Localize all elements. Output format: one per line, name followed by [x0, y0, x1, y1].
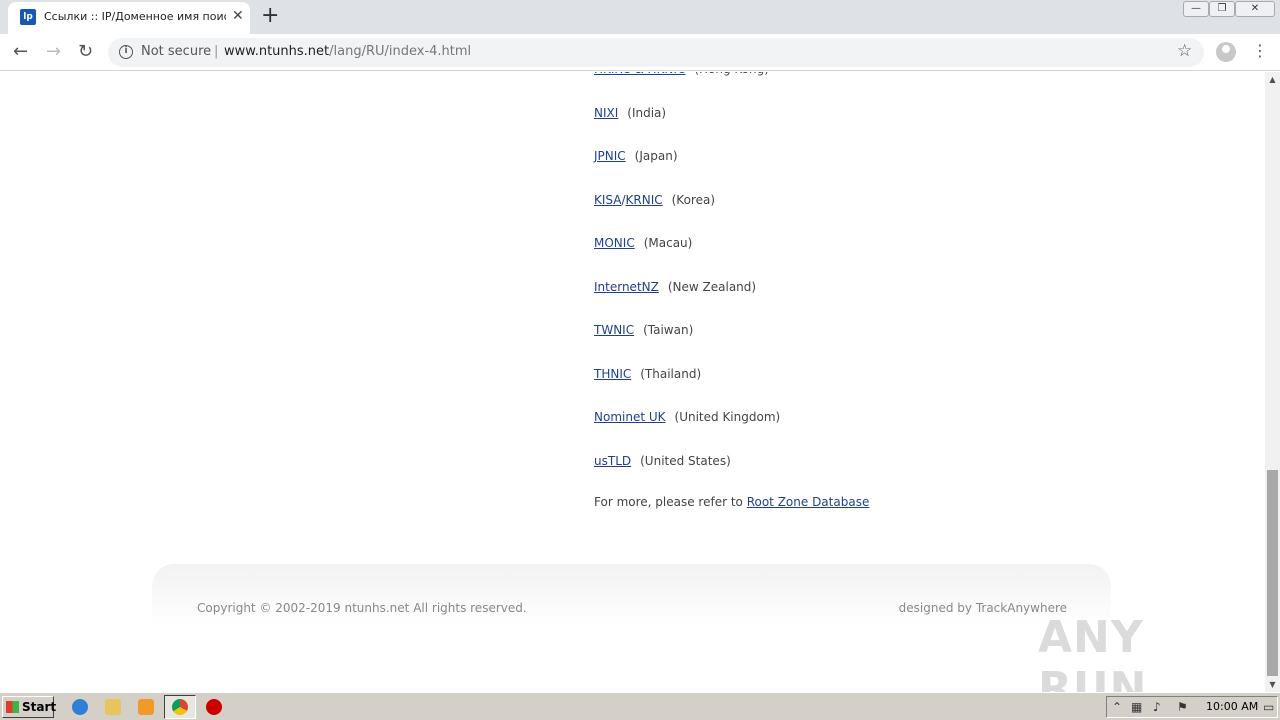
scroll-down-arrow-icon[interactable]: ▼	[1265, 677, 1280, 692]
bookmark-star-icon[interactable]: ☆	[1177, 41, 1192, 61]
tray-expand-icon[interactable]: ⌃	[1112, 700, 1122, 714]
scroll-up-arrow-icon[interactable]: ▲	[1265, 72, 1280, 87]
registry-country: (United Kingdom)	[674, 410, 781, 424]
registry-country: (New Zealand)	[667, 280, 757, 294]
windows-logo-icon	[6, 701, 19, 713]
registry-item: HKIRC & HKNIC (Hong Kong)	[594, 72, 769, 76]
registry-link[interactable]: InternetNZ	[594, 280, 659, 294]
internet-explorer-icon[interactable]	[72, 699, 88, 715]
reload-icon[interactable]: ↻	[78, 42, 93, 62]
registry-item: JPNIC (Japan)	[594, 149, 678, 163]
url-path: /lang/RU/index-4.html	[329, 44, 472, 59]
registry-link[interactable]: THNIC	[594, 367, 631, 381]
browser-tab[interactable]: lp Ссылки :: IP/Доменное имя поиска ✕	[8, 2, 250, 34]
tab-title: Ссылки :: IP/Доменное имя поиска	[44, 10, 226, 23]
anyrun-watermark: ANY RUN	[1038, 612, 1148, 692]
registry-country: (India)	[627, 106, 667, 120]
copyright-text: Copyright © 2002-2019 ntunhs.net All rig…	[197, 601, 527, 615]
browser-titlebar: lp Ссылки :: IP/Доменное имя поиска ✕ + …	[0, 0, 1280, 34]
system-tray: ⌃ ▦ ♪ ⚑ 10:00 AM ▭	[1106, 696, 1278, 718]
registry-country: (Taiwan)	[643, 323, 694, 337]
registry-item: InternetNZ (New Zealand)	[594, 280, 756, 294]
scroll-thumb[interactable]	[1267, 470, 1278, 676]
registry-item: Nominet UK (United Kingdom)	[594, 410, 780, 424]
volume-icon[interactable]: ♪	[1153, 700, 1161, 714]
site-favicon-icon: lp	[20, 9, 36, 25]
chrome-taskbar-button[interactable]	[164, 695, 196, 719]
info-icon[interactable]: i	[119, 45, 133, 59]
url-separator: |	[214, 44, 219, 59]
url-text[interactable]: www.ntunhs.net/lang/RU/index-4.html	[224, 44, 471, 59]
registry-country: (Macau)	[643, 236, 693, 250]
forward-icon[interactable]: →	[46, 42, 61, 62]
registry-link[interactable]: MONIC	[594, 236, 635, 250]
page-viewport: HKIRC & HKNIC (Hong Kong) NIXI (India) JPNIC…	[0, 72, 1265, 692]
network-icon[interactable]: ▦	[1131, 700, 1142, 714]
action-center-flag-icon[interactable]: ⚑	[1177, 700, 1188, 714]
address-bar[interactable]: i Not secure | www.ntunhs.net/lang/RU/in…	[108, 38, 1204, 67]
registry-link[interactable]: KRNIC	[626, 193, 663, 207]
registry-link[interactable]: HKIRC & HKNIC	[594, 72, 685, 76]
start-label: Start	[22, 700, 57, 714]
more-info-text: For more, please refer to	[594, 495, 743, 509]
registry-item: usTLD (United States)	[594, 454, 731, 468]
close-window-button[interactable]: ✕	[1235, 1, 1275, 17]
show-desktop-icon[interactable]: ▭	[1263, 700, 1274, 714]
start-button[interactable]: Start	[2, 696, 57, 718]
new-tab-button[interactable]: +	[261, 4, 279, 28]
registry-item: NIXI (India)	[594, 106, 666, 120]
root-zone-database-link[interactable]: Root Zone Database	[747, 495, 870, 509]
url-host: www.ntunhs.net	[224, 44, 330, 59]
browser-menu-icon[interactable]: ⋮	[1252, 42, 1268, 60]
registry-link[interactable]: usTLD	[594, 454, 631, 468]
security-alert-icon[interactable]	[206, 699, 222, 715]
profile-avatar-icon[interactable]	[1216, 42, 1236, 62]
registry-country: (Korea)	[671, 193, 716, 207]
vertical-scrollbar[interactable]: ▲ ▼	[1265, 72, 1280, 692]
registry-link[interactable]: KISA	[594, 193, 621, 207]
clock[interactable]: 10:00 AM	[1206, 700, 1258, 713]
tab-close-icon[interactable]: ✕	[232, 9, 244, 23]
registry-country: (Thailand)	[640, 367, 702, 381]
registry-country: (Japan)	[634, 149, 678, 163]
registry-link[interactable]: JPNIC	[594, 149, 626, 163]
registry-country: (Hong Kong)	[694, 72, 769, 76]
security-label[interactable]: Not secure	[141, 44, 211, 59]
restore-button[interactable]: ❐	[1209, 1, 1235, 17]
registry-link[interactable]: Nominet UK	[594, 410, 666, 424]
more-info-line: For more, please refer to Root Zone Data…	[594, 495, 869, 509]
minimize-button[interactable]: —	[1183, 1, 1209, 17]
registry-item: TWNIC (Taiwan)	[594, 323, 693, 337]
registry-country: (United States)	[640, 454, 731, 468]
registry-link[interactable]: NIXI	[594, 106, 618, 120]
chrome-icon	[172, 699, 188, 715]
registry-item: KISA/KRNIC (Korea)	[594, 193, 715, 207]
registry-link[interactable]: TWNIC	[594, 323, 634, 337]
file-explorer-icon[interactable]	[105, 699, 121, 715]
back-icon[interactable]: ←	[13, 42, 28, 62]
windows-taskbar: Start ⌃ ▦ ♪ ⚑ 10:00 AM ▭	[0, 692, 1280, 720]
registry-item: MONIC (Macau)	[594, 236, 692, 250]
page-footer: Copyright © 2002-2019 ntunhs.net All rig…	[152, 564, 1111, 626]
browser-toolbar: ← → ↻ i Not secure | www.ntunhs.net/lang…	[0, 34, 1280, 71]
media-player-icon[interactable]	[138, 699, 154, 715]
registry-item: THNIC (Thailand)	[594, 367, 701, 381]
